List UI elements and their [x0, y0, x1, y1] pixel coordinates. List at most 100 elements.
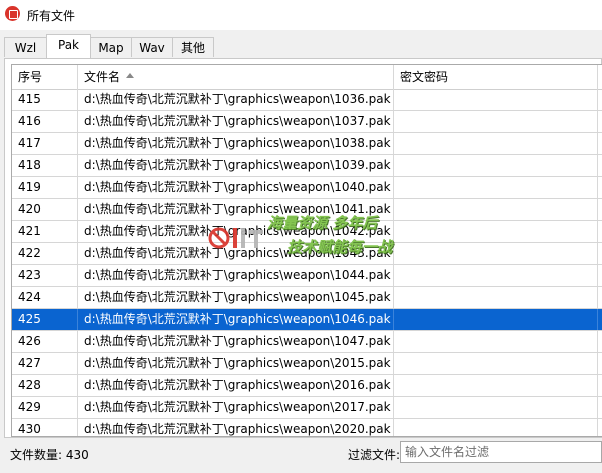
file-table[interactable]: 序号 文件名 密文密码 明 415d:\热血传奇\北荒沉默补丁\graphics… — [11, 64, 602, 437]
table-row[interactable]: 415 d:\热血传奇\北荒沉默补丁\graphics\weapon\1036.p… — [12, 89, 602, 111]
title-bar: 所有文件 — [0, 0, 602, 30]
cell-extra: 未 — [598, 397, 602, 418]
table-row[interactable]: 422 d:\热血传奇\北荒沉默补丁\graphics\weapon\1043.p… — [12, 243, 602, 265]
column-header-extra[interactable]: 明 — [598, 65, 602, 89]
cell-password — [394, 221, 598, 242]
table-row[interactable]: 426 d:\热血传奇\北荒沉默补丁\graphics\weapon\1047.p… — [12, 331, 602, 353]
cell-extra: 未 — [598, 221, 602, 242]
cell-password — [394, 133, 598, 154]
cell-password — [394, 155, 598, 176]
cell-password — [394, 199, 598, 220]
cell-index: 430 — [12, 419, 78, 436]
cell-extra: 未 — [598, 265, 602, 286]
cell-password — [394, 89, 598, 110]
cell-index: 423 — [12, 265, 78, 286]
cell-index: 428 — [12, 375, 78, 396]
cell-password — [394, 375, 598, 396]
table-row[interactable]: 416 d:\热血传奇\北荒沉默补丁\graphics\weapon\1037.p… — [12, 111, 602, 133]
table-row[interactable]: 430 d:\热血传奇\北荒沉默补丁\graphics\weapon\2020.p… — [12, 419, 602, 436]
table-row[interactable]: 423 d:\热血传奇\北荒沉默补丁\graphics\weapon\1044.p… — [12, 265, 602, 287]
cell-extra: 未 — [598, 133, 602, 154]
cell-filename: d:\热血传奇\北荒沉默补丁\graphics\weapon\1040.pak — [78, 177, 394, 198]
cell-filename: d:\热血传奇\北荒沉默补丁\graphics\weapon\1038.pak — [78, 133, 394, 154]
tab-bar: Wzl Pak Map Wav 其他 — [0, 34, 602, 58]
cell-extra: 未 — [598, 375, 602, 396]
cell-filename: d:\热血传奇\北荒沉默补丁\graphics\weapon\1044.pak — [78, 265, 394, 286]
cell-password — [394, 111, 598, 132]
table-header: 序号 文件名 密文密码 明 — [12, 65, 602, 90]
cell-index: 421 — [12, 221, 78, 242]
cell-index: 420 — [12, 199, 78, 220]
cell-filename: d:\热血传奇\北荒沉默补丁\graphics\weapon\1039.pak — [78, 155, 394, 176]
cell-extra: 未 — [598, 199, 602, 220]
cell-filename: d:\热血传奇\北荒沉默补丁\graphics\weapon\2016.pak — [78, 375, 394, 396]
column-header-password[interactable]: 密文密码 — [394, 65, 598, 89]
tab-other[interactable]: 其他 — [172, 37, 214, 57]
cell-extra: 未 — [598, 331, 602, 352]
cell-filename: d:\热血传奇\北荒沉默补丁\graphics\weapon\1041.pak — [78, 199, 394, 220]
filter-label: 过滤文件: — [348, 448, 401, 462]
table-row[interactable]: 420 d:\热血传奇\北荒沉默补丁\graphics\weapon\1041.p… — [12, 199, 602, 221]
cell-index: 429 — [12, 397, 78, 418]
file-count: 文件数量: 430 — [10, 448, 89, 462]
cell-index: 416 — [12, 111, 78, 132]
cell-extra: 未 — [598, 177, 602, 198]
cell-password — [394, 243, 598, 264]
tab-wzl[interactable]: Wzl — [4, 37, 47, 57]
cell-password — [394, 287, 598, 308]
tab-map[interactable]: Map — [90, 37, 132, 57]
table-row[interactable]: 417 d:\热血传奇\北荒沉默补丁\graphics\weapon\1038.p… — [12, 133, 602, 155]
tab-panel: 序号 文件名 密文密码 明 415d:\热血传奇\北荒沉默补丁\graphics… — [4, 58, 602, 438]
cell-password — [394, 397, 598, 418]
cell-index: 424 — [12, 287, 78, 308]
table-row[interactable]: 421 d:\热血传奇\北荒沉默补丁\graphics\weapon\1042.p… — [12, 221, 602, 243]
app-logo-icon — [5, 6, 20, 21]
cell-index: 415 — [12, 89, 78, 110]
cell-filename: d:\热血传奇\北荒沉默补丁\graphics\weapon\1046.pak — [78, 309, 394, 330]
cell-filename: d:\热血传奇\北荒沉默补丁\graphics\weapon\1036.pak — [78, 89, 394, 110]
cell-filename: d:\热血传奇\北荒沉默补丁\graphics\weapon\1043.pak — [78, 243, 394, 264]
cell-index: 418 — [12, 155, 78, 176]
table-row[interactable]: 428 d:\热血传奇\北荒沉默补丁\graphics\weapon\2016.p… — [12, 375, 602, 397]
column-header-filename[interactable]: 文件名 — [78, 65, 394, 89]
cell-filename: d:\热血传奇\北荒沉默补丁\graphics\weapon\1037.pak — [78, 111, 394, 132]
cell-extra: 未 — [598, 155, 602, 176]
sort-ascending-icon — [126, 73, 135, 78]
cell-extra: 未 — [598, 309, 602, 330]
cell-password — [394, 353, 598, 374]
cell-index: 419 — [12, 177, 78, 198]
cell-extra: 未 — [598, 89, 602, 110]
cell-password — [394, 419, 598, 436]
cell-extra: 未 — [598, 353, 602, 374]
table-row[interactable]: 418 d:\热血传奇\北荒沉默补丁\graphics\weapon\1039.p… — [12, 155, 602, 177]
cell-password — [394, 309, 598, 330]
cell-password — [394, 331, 598, 352]
cell-filename: d:\热血传奇\北荒沉默补丁\graphics\weapon\2020.pak — [78, 419, 394, 436]
table-row[interactable]: 419 d:\热血传奇\北荒沉默补丁\graphics\weapon\1040.p… — [12, 177, 602, 199]
cell-extra: 未 — [598, 287, 602, 308]
table-row[interactable]: 425 d:\热血传奇\北荒沉默补丁\graphics\weapon\1046.p… — [12, 309, 602, 331]
filter-input[interactable] — [400, 441, 602, 463]
cell-extra: 未 — [598, 243, 602, 264]
cell-index: 422 — [12, 243, 78, 264]
table-row[interactable]: 429 d:\热血传奇\北荒沉默补丁\graphics\weapon\2017.p… — [12, 397, 602, 419]
table-row[interactable]: 427 d:\热血传奇\北荒沉默补丁\graphics\weapon\2015.p… — [12, 353, 602, 375]
cell-extra: 未 — [598, 419, 602, 436]
cell-index: 427 — [12, 353, 78, 374]
cell-index: 426 — [12, 331, 78, 352]
cell-filename: d:\热血传奇\北荒沉默补丁\graphics\weapon\2015.pak — [78, 353, 394, 374]
cell-extra: 未 — [598, 111, 602, 132]
column-header-index[interactable]: 序号 — [12, 65, 78, 89]
tab-pak[interactable]: Pak — [46, 34, 91, 58]
tab-wav[interactable]: Wav — [131, 37, 173, 57]
cell-filename: d:\热血传奇\北荒沉默补丁\graphics\weapon\1045.pak — [78, 287, 394, 308]
cell-password — [394, 265, 598, 286]
table-row[interactable]: 424 d:\热血传奇\北荒沉默补丁\graphics\weapon\1045.p… — [12, 287, 602, 309]
cell-index: 425 — [12, 309, 78, 330]
cell-index: 417 — [12, 133, 78, 154]
cell-filename: d:\热血传奇\北荒沉默补丁\graphics\weapon\1047.pak — [78, 331, 394, 352]
cell-password — [394, 177, 598, 198]
cell-filename: d:\热血传奇\北荒沉默补丁\graphics\weapon\2017.pak — [78, 397, 394, 418]
cell-filename: d:\热血传奇\北荒沉默补丁\graphics\weapon\1042.pak — [78, 221, 394, 242]
window-title: 所有文件 — [27, 9, 76, 23]
